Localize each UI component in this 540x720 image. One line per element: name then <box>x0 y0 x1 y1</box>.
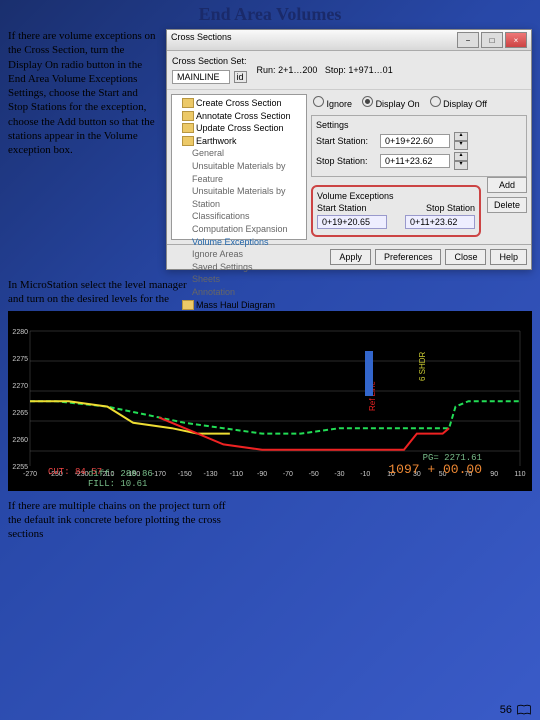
svg-text:-110: -110 <box>230 471 244 478</box>
cross-section-window: Cross Sections − □ × Cross Section Set: … <box>166 29 532 270</box>
exc-stop-header: Stop Station <box>426 203 475 213</box>
station-label: 1097 + 00.00 <box>388 462 482 477</box>
stop-label: Stop: <box>325 65 346 75</box>
stop-station-label: Stop Station: <box>316 156 376 166</box>
folder-icon <box>182 136 194 146</box>
svg-text:-270: -270 <box>23 471 37 478</box>
run-label: Run: <box>257 65 276 75</box>
svg-text:2275: 2275 <box>12 356 28 363</box>
exc-stop-value[interactable]: 0+11+23.62 <box>405 215 475 229</box>
svg-text:2280: 2280 <box>12 329 28 336</box>
volume-exceptions-box: Volume Exceptions Start Station Stop Sta… <box>311 185 481 237</box>
instruction-text-1: If there are volume exceptions on the Cr… <box>8 29 158 270</box>
preferences-button[interactable]: Preferences <box>375 249 442 265</box>
svg-text:-50: -50 <box>309 471 319 478</box>
id-icon[interactable]: id <box>234 71 247 83</box>
start-station-label: Start Station: <box>316 136 376 146</box>
settings-group: Settings Start Station: 0+19+22.60 ▴▾ St… <box>311 115 527 177</box>
svg-text:2260: 2260 <box>12 437 28 444</box>
book-icon <box>516 704 532 716</box>
nav-tree[interactable]: Create Cross Section Annotate Cross Sect… <box>171 94 307 240</box>
svg-text:-90: -90 <box>257 471 267 478</box>
svg-text:-30: -30 <box>334 471 344 478</box>
folder-icon <box>182 300 194 310</box>
close-button[interactable]: Close <box>445 249 486 265</box>
exc-title: Volume Exceptions <box>317 191 475 201</box>
start-station-value[interactable]: 0+19+22.60 <box>380 134 450 148</box>
page-number: 56 <box>500 704 532 716</box>
maximize-button[interactable]: □ <box>481 32 503 48</box>
svg-text:-130: -130 <box>204 471 218 478</box>
radio-display-on[interactable]: Display On <box>362 96 420 109</box>
settings-title: Settings <box>316 120 522 130</box>
svg-text:-70: -70 <box>283 471 293 478</box>
stop-station-value[interactable]: 0+11+23.62 <box>380 154 450 168</box>
svg-text:2265: 2265 <box>12 410 28 417</box>
set-label: Cross Section Set: <box>170 54 249 68</box>
minimize-button[interactable]: − <box>457 32 479 48</box>
apply-button[interactable]: Apply <box>330 249 371 265</box>
fill-label: diff: 280.86FILL: 10.61 <box>88 469 153 489</box>
exc-start-value[interactable]: 0+19+20.65 <box>317 215 387 229</box>
delete-button[interactable]: Delete <box>487 197 527 213</box>
stop-value: 1+971…01 <box>348 65 392 75</box>
radio-display-off[interactable]: Display Off <box>430 96 487 109</box>
window-titlebar: Cross Sections − □ × <box>167 30 531 51</box>
spinner-up-down-icon[interactable]: ▴▾ <box>454 132 468 150</box>
run-value: 2+1…200 <box>278 65 317 75</box>
add-button[interactable]: Add <box>487 177 527 193</box>
folder-icon <box>182 123 194 133</box>
spinner-up-down-icon[interactable]: ▴▾ <box>454 152 468 170</box>
window-title: Cross Sections <box>171 32 232 48</box>
svg-text:-170: -170 <box>152 471 166 478</box>
close-icon[interactable]: × <box>505 32 527 48</box>
help-button[interactable]: Help <box>490 249 527 265</box>
radio-ignore[interactable]: Ignore <box>313 96 352 109</box>
cross-section-chart: -270-250-230-210-190-170-150-130-110-90-… <box>8 311 532 491</box>
svg-text:110: 110 <box>514 471 525 478</box>
svg-text:2270: 2270 <box>12 383 28 390</box>
page-title: End Area Volumes <box>0 0 540 29</box>
svg-text:-150: -150 <box>178 471 192 478</box>
set-select[interactable]: MAINLINE <box>172 70 230 84</box>
svg-text:90: 90 <box>490 471 498 478</box>
svg-text:-10: -10 <box>360 471 370 478</box>
exc-start-header: Start Station <box>317 203 367 213</box>
instruction-text-2: In MicroStation select the level manager… <box>0 270 196 311</box>
folder-icon <box>182 111 194 121</box>
svg-text:6 SHDR: 6 SHDR <box>418 351 427 381</box>
folder-icon <box>182 98 194 108</box>
svg-text:2255: 2255 <box>12 464 28 471</box>
instruction-text-3: If there are multiple chains on the proj… <box>0 491 236 542</box>
